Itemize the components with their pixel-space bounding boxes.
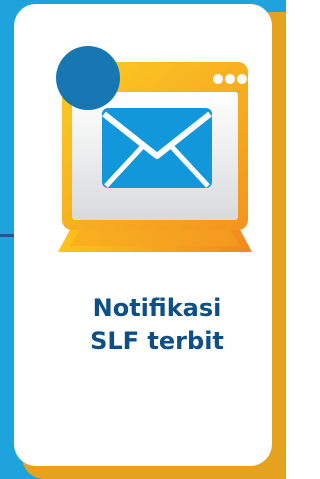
envelope-icon [102, 108, 212, 188]
card-title: Notifikasi SLF terbit [28, 292, 286, 358]
feature-card[interactable]: Notifikasi SLF terbit [14, 4, 272, 466]
card-title-line-1: Notifikasi [92, 294, 222, 322]
monitor-icon [56, 46, 252, 252]
divider-line [0, 234, 14, 237]
notification-badge-icon [56, 46, 120, 110]
card-title-line-2: SLF terbit [90, 327, 224, 355]
notification-card-screen: Notifikasi SLF terbit [0, 0, 286, 479]
